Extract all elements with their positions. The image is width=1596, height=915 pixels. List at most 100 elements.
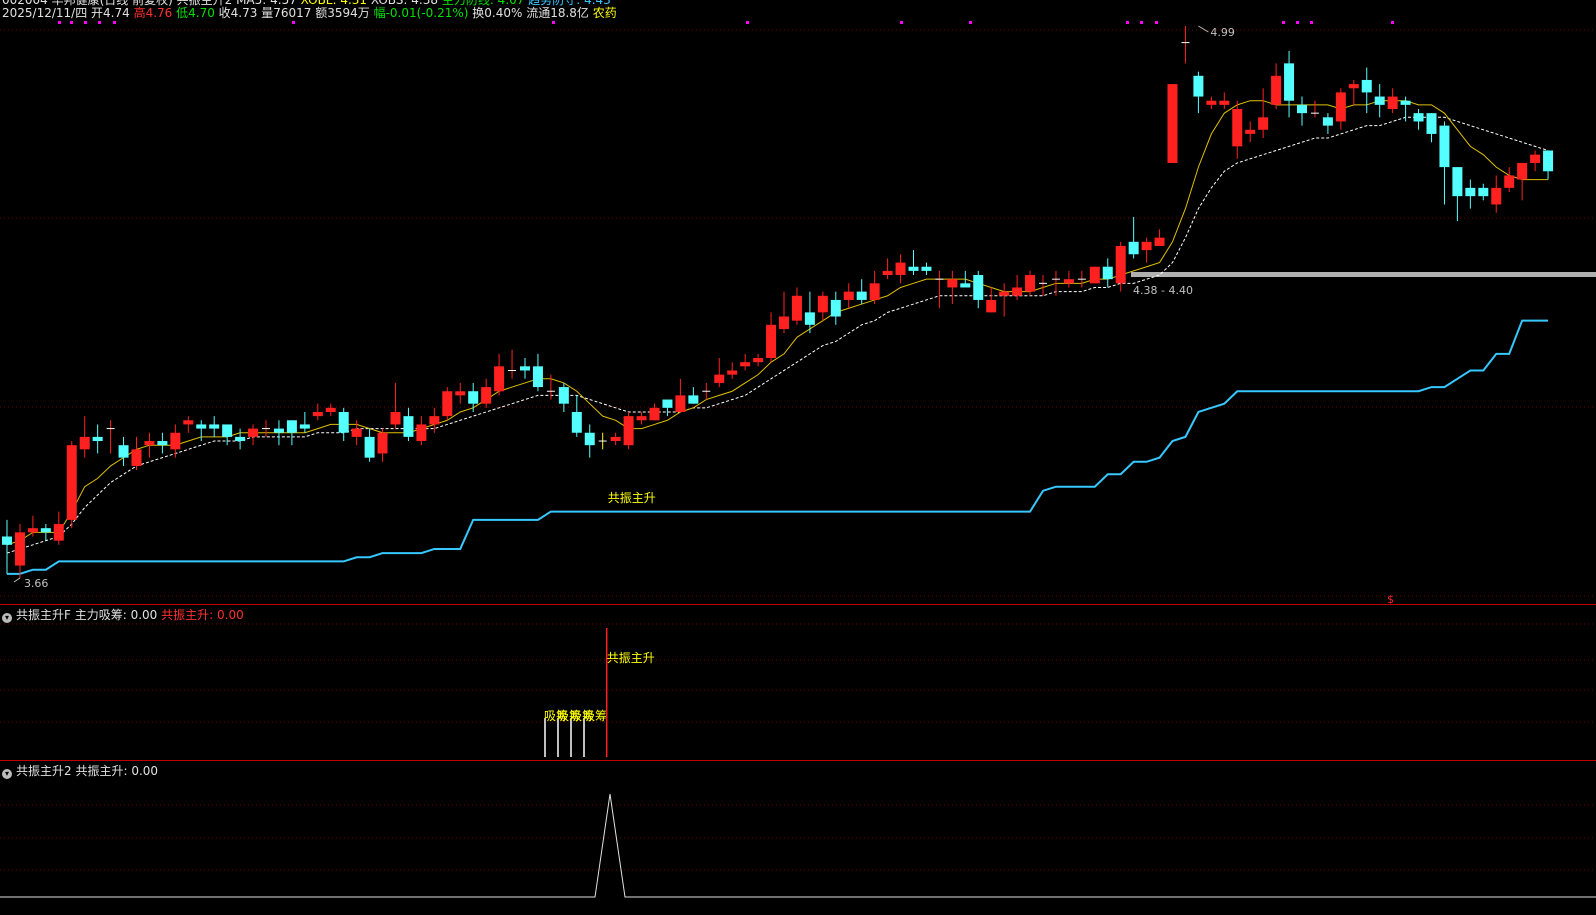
candle-body: [1115, 245, 1126, 284]
ma-line: [6, 100, 1549, 546]
candle-body: [286, 420, 297, 433]
candle-body: [1348, 84, 1359, 89]
top-dot-marker: [1126, 21, 1129, 24]
panel2-toggle-icon[interactable]: ▾: [2, 613, 12, 623]
panel2-value-0: 主力吸筹: 0.00: [74, 608, 162, 622]
candle-body: [2, 536, 12, 545]
candle-body: [766, 324, 777, 359]
candle-body: [532, 366, 543, 388]
candle-body: [351, 428, 362, 437]
candle-body: [571, 411, 582, 433]
top-dot-marker: [84, 21, 87, 24]
top-dot-marker: [113, 21, 116, 24]
candle-body: [273, 428, 284, 433]
candle-body: [1543, 150, 1554, 172]
panel3-values: 共振主升: 0.00: [75, 764, 158, 778]
candle-body: [662, 399, 673, 408]
candle-body: [1361, 79, 1372, 93]
candle-body: [442, 391, 453, 417]
candle-body: [649, 407, 660, 421]
kline-chart[interactable]: 4.38 - 4.404.993.66共振主升$吸筹吸筹吸筹吸筹共振主升: [0, 0, 1596, 915]
panel3-value-0: 共振主升: 0.00: [75, 764, 159, 778]
support-line: [7, 319, 1549, 575]
candle-body: [1154, 237, 1165, 246]
low-price-label: 3.66: [24, 577, 49, 590]
candle-body: [714, 374, 725, 383]
candle-body: [1517, 162, 1528, 180]
candle-body: [791, 295, 802, 321]
candle-body: [1374, 96, 1385, 105]
candle-body: [740, 362, 751, 367]
candle-body: [856, 291, 867, 300]
panel3-toggle-icon[interactable]: ▾: [2, 769, 12, 779]
candle-body: [1530, 154, 1541, 163]
candle-body: [960, 283, 971, 288]
candle-body: [1465, 187, 1476, 197]
candle-body: [144, 441, 155, 446]
top-dot-marker: [58, 21, 61, 24]
candle-body: [675, 395, 686, 412]
low-pointer: [13, 577, 21, 583]
candle-body: [196, 424, 207, 429]
candle-body: [364, 436, 375, 458]
top-dot-marker: [292, 21, 295, 24]
panel2-title: ▾ 共振主升F 主力吸筹: 0.00 共振主升: 0.00: [2, 606, 244, 623]
panel3-line: [0, 793, 1596, 898]
candle-body: [481, 387, 492, 404]
candle-body: [1478, 187, 1489, 197]
candle-body: [921, 266, 932, 271]
top-dot-marker: [1140, 21, 1143, 24]
candle-body: [299, 424, 310, 429]
candle-body: [429, 416, 440, 425]
candle-body: [183, 420, 194, 425]
candle-body: [973, 275, 984, 300]
candle-body: [157, 441, 168, 446]
support-zone-label: 4.38 - 4.40: [1133, 284, 1193, 297]
candle-body: [1387, 96, 1398, 110]
candle-body: [623, 416, 634, 446]
candle-body: [1063, 279, 1074, 284]
panel2-name: 共振主升F: [16, 608, 71, 622]
candle-body: [92, 436, 103, 442]
candle-body: [869, 283, 880, 300]
signal-label: 共振主升: [608, 491, 656, 505]
candle-body: [1245, 129, 1256, 134]
candle-body: [40, 528, 51, 533]
candle-body: [209, 424, 220, 429]
top-dot-marker: [1391, 21, 1394, 24]
candle-body: [14, 532, 25, 566]
accumulate-label: 吸筹: [583, 709, 607, 723]
top-dot-marker: [746, 21, 749, 24]
candle-body: [1193, 75, 1204, 97]
candle-body: [377, 432, 388, 454]
candle-body: [1322, 117, 1333, 126]
candle-body: [118, 445, 129, 458]
candle-body: [1439, 125, 1450, 168]
candle-body: [1400, 100, 1411, 105]
xobs-line: [6, 116, 1549, 554]
candle-body: [520, 366, 530, 371]
panel2-values: 主力吸筹: 0.00 共振主升: 0.00: [75, 608, 244, 622]
candle-body: [947, 279, 958, 288]
candle-body: [1128, 241, 1139, 255]
candle-body: [1219, 100, 1230, 105]
candle-body: [882, 270, 893, 276]
candle-body: [468, 391, 479, 404]
candle-body: [1271, 75, 1282, 105]
candle-body: [817, 295, 828, 313]
top-dot-marker: [1282, 21, 1285, 24]
candle-body: [1504, 175, 1515, 188]
candle-body: [248, 428, 259, 437]
high-pointer: [1198, 25, 1209, 33]
candle-body: [558, 387, 569, 404]
candle-body: [727, 370, 738, 375]
top-dot-marker: [969, 21, 972, 24]
candle-body: [53, 524, 64, 541]
candle-body: [1491, 187, 1502, 205]
top-dot-marker: [552, 21, 555, 24]
candle-body: [753, 358, 764, 363]
candle-body: [312, 411, 323, 417]
candle-body: [338, 411, 349, 433]
top-dot-marker: [70, 21, 73, 24]
top-dot-marker: [1296, 21, 1299, 24]
